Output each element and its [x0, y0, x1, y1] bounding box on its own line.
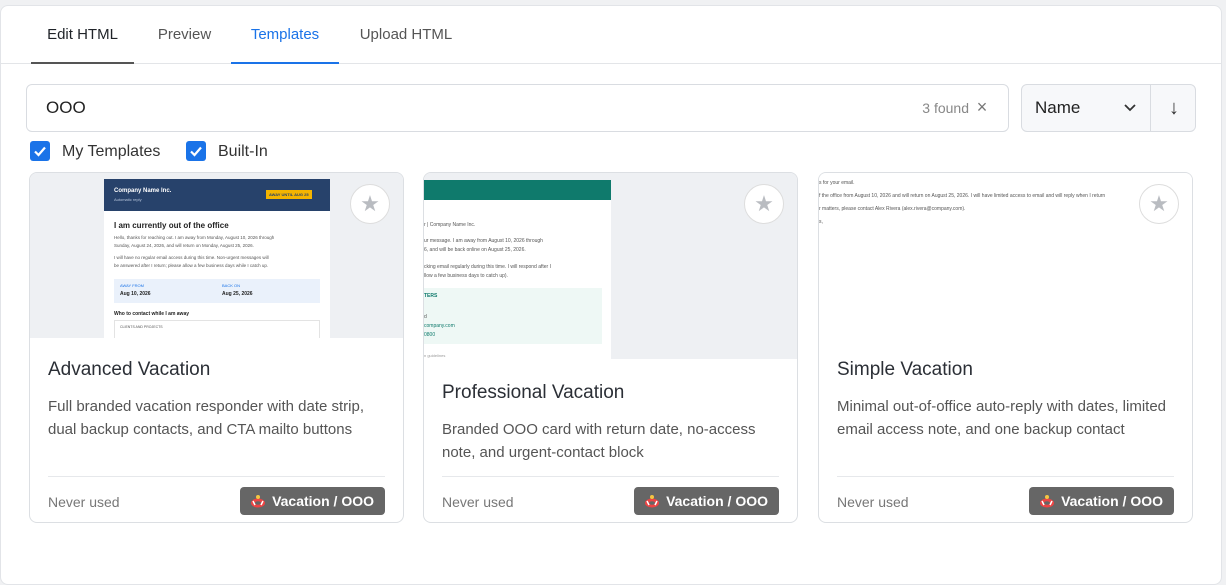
checkbox-checked-icon	[186, 141, 206, 161]
search-result-count: 3 found	[922, 100, 969, 116]
card-description: Minimal out-of-office auto-reply with da…	[837, 398, 1167, 438]
preview-line: f the office from August 10, 2026 and wi…	[819, 193, 1106, 199]
preview-away-date: Aug 10, 2026	[120, 291, 151, 297]
tab-preview[interactable]: Preview	[146, 6, 223, 64]
preview-line: s for your email.	[819, 180, 855, 186]
tab-bar: Edit HTML Preview Templates Upload HTML	[1, 6, 1221, 64]
preview-heading: I am currently out of the office	[114, 221, 229, 230]
card-title: Simple Vacation	[837, 359, 973, 380]
usage-status: Never used	[837, 494, 909, 510]
preview-email: s for your email. f the office from Augu…	[819, 173, 1192, 338]
template-preview: Company Name Inc. Automatic reply AWAY U…	[30, 173, 403, 338]
category-tag-label: Vacation / OOO	[1061, 493, 1163, 509]
card-description: Full branded vacation responder with dat…	[48, 398, 365, 438]
preview-body: I will have no regular email access duri…	[114, 255, 269, 260]
template-search[interactable]: OOO 3 found ×	[26, 84, 1009, 132]
preview-line: 6, and will be back online on August 25,…	[424, 247, 526, 253]
preview-footer: n guidelines	[424, 353, 446, 358]
checkbox-checked-icon	[30, 141, 50, 161]
template-card[interactable]: Company Name Inc. Automatic reply AWAY U…	[29, 172, 404, 523]
clear-search-icon[interactable]: ×	[973, 98, 991, 116]
sort-field-label: Name	[1035, 98, 1081, 117]
preview-email: r | Company Name Inc. ur message. I am a…	[424, 180, 611, 359]
preview-badge: AWAY UNTIL AUG 25	[266, 190, 312, 199]
preview-header	[424, 180, 611, 200]
preview-back-label: BACK ON	[222, 283, 241, 288]
usage-status: Never used	[442, 494, 514, 510]
preview-body: be answered after I return; please allow…	[114, 263, 269, 268]
life-ring-icon	[1040, 495, 1055, 508]
life-ring-icon	[645, 495, 660, 508]
favorite-star-icon[interactable]: ★	[350, 184, 390, 224]
category-tag-label: Vacation / OOO	[272, 493, 374, 509]
preview-body: Sunday, August 24, 2026, and will return…	[114, 243, 254, 248]
preview-line: s,	[819, 219, 823, 225]
template-preview: r | Company Name Inc. ur message. I am a…	[424, 173, 797, 359]
card-divider	[442, 476, 779, 477]
preview-block-line: d	[424, 314, 427, 320]
preview-line: r matters, please contact Alex Rivera (a…	[819, 206, 966, 212]
preview-line: cking email regularly during this time. …	[424, 264, 551, 270]
sort-field-select[interactable]: Name	[1022, 85, 1151, 131]
template-card[interactable]: r | Company Name Inc. ur message. I am a…	[423, 172, 798, 523]
sort-control: Name ↓	[1021, 84, 1196, 132]
my-templates-checkbox[interactable]: My Templates	[30, 141, 170, 163]
card-divider	[837, 476, 1174, 477]
preview-block-line: company.com	[424, 323, 455, 329]
usage-status: Never used	[48, 494, 120, 510]
card-divider	[48, 476, 385, 477]
favorite-star-icon[interactable]: ★	[1139, 184, 1179, 224]
preview-away-label: AWAY FROM	[120, 283, 144, 288]
preview-line: ur message. I am away from August 10, 20…	[424, 238, 543, 244]
tab-upload-html[interactable]: Upload HTML	[347, 6, 465, 64]
life-ring-icon	[251, 495, 266, 508]
card-title: Professional Vacation	[442, 382, 625, 403]
card-description: Branded OOO card with return date, no-ac…	[442, 421, 756, 461]
category-tag: Vacation / OOO	[634, 487, 779, 515]
category-tag-label: Vacation / OOO	[666, 493, 768, 509]
built-in-label: Built-In	[218, 143, 268, 160]
preview-line: llow a few business days to catch up).	[424, 273, 508, 279]
my-templates-label: My Templates	[62, 143, 161, 160]
preview-line: r | Company Name Inc.	[424, 222, 476, 228]
tab-edit-html[interactable]: Edit HTML	[31, 6, 134, 64]
card-title: Advanced Vacation	[48, 359, 211, 380]
built-in-checkbox[interactable]: Built-In	[186, 141, 276, 163]
template-preview: s for your email. f the office from Augu…	[819, 173, 1192, 338]
preview-contact-sub: CLIENTS AND PROJECTS	[120, 325, 163, 329]
chevron-down-icon	[1124, 104, 1136, 112]
preview-body: Hello, thanks for reaching out. I am awa…	[114, 235, 275, 240]
search-input[interactable]: OOO	[46, 85, 86, 131]
tab-templates[interactable]: Templates	[231, 6, 339, 64]
template-card[interactable]: s for your email. f the office from Augu…	[818, 172, 1193, 523]
category-tag: Vacation / OOO	[1029, 487, 1174, 515]
preview-back-date: Aug 25, 2026	[222, 291, 253, 297]
sort-direction-button[interactable]: ↓	[1152, 85, 1196, 131]
category-tag: Vacation / OOO	[240, 487, 385, 515]
preview-subtitle: Automatic reply	[114, 197, 142, 202]
preview-block-line: TERS	[424, 293, 438, 299]
preview-email: Company Name Inc. Automatic reply AWAY U…	[104, 179, 330, 338]
preview-contact-heading: Who to contact while I am away	[114, 311, 190, 317]
preview-company: Company Name Inc.	[114, 188, 172, 194]
favorite-star-icon[interactable]: ★	[744, 184, 784, 224]
preview-contact-block	[424, 288, 602, 344]
preview-contact-box	[114, 320, 320, 338]
preview-block-line: 0800	[424, 332, 436, 338]
